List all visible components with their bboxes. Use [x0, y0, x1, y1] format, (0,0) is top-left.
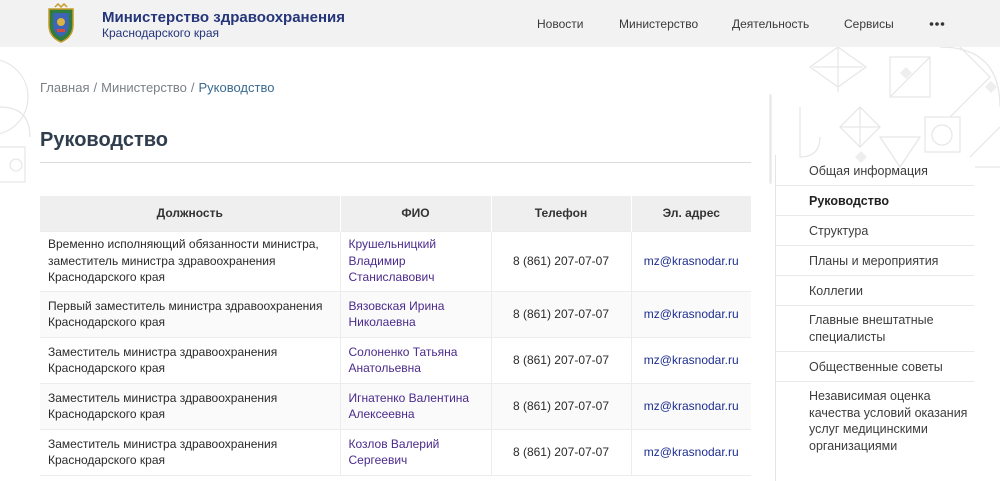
- header-name: ФИО: [340, 196, 492, 231]
- cell-email: mz@krasnodar.ru: [631, 428, 751, 475]
- sidebar-item-public-councils[interactable]: Общественные советы: [776, 352, 974, 382]
- cell-name: Крушельницкий Владимир Станиславович: [340, 230, 492, 291]
- page-title: Руководство: [40, 129, 169, 151]
- sidebar-item-leadership[interactable]: Руководство: [776, 186, 974, 216]
- breadcrumb: Главная / Министерство / Руководство: [40, 80, 274, 95]
- table-row: Временно исполняющий обязанности министр…: [40, 230, 751, 291]
- table-row: Заместитель министра здравоохранения Кра…: [40, 336, 751, 383]
- email-link[interactable]: mz@krasnodar.ru: [644, 307, 739, 321]
- person-link[interactable]: Крушельницкий Владимир Станиславович: [349, 237, 437, 284]
- cell-name: Игнатенко Валентина Алексеевна: [340, 382, 492, 429]
- person-link[interactable]: Игнатенко Валентина Алексеевна: [349, 391, 470, 422]
- header-position: Должность: [40, 196, 341, 231]
- cell-phone: 8 (861) 207-07-07: [491, 428, 632, 475]
- nav-news[interactable]: Новости: [537, 17, 583, 31]
- email-link[interactable]: mz@krasnodar.ru: [644, 254, 739, 268]
- breadcrumb-home[interactable]: Главная: [40, 80, 89, 95]
- cell-position: Заместитель министра здравоохранения Кра…: [40, 336, 341, 383]
- cell-position: Заместитель министра здравоохранения Кра…: [40, 382, 341, 429]
- email-link[interactable]: mz@krasnodar.ru: [644, 353, 739, 367]
- sidebar-item-general-info[interactable]: Общая информация: [776, 155, 974, 186]
- cell-position: Первый заместитель министра здравоохране…: [40, 290, 341, 337]
- breadcrumb-separator: /: [190, 80, 195, 95]
- cell-name: Солоненко Татьяна Анатольевна: [340, 336, 492, 383]
- site-subtitle[interactable]: Краснодарского края: [102, 26, 219, 40]
- cell-phone: 8 (861) 207-07-07: [491, 336, 632, 383]
- sidebar-item-chief-specialists[interactable]: Главные внештатные специалисты: [776, 306, 974, 352]
- coat-of-arms-logo[interactable]: [44, 3, 78, 43]
- nav-services[interactable]: Сервисы: [844, 17, 894, 31]
- leadership-table: Должность ФИО Телефон Эл. адрес Временно…: [40, 196, 751, 476]
- cell-email: mz@krasnodar.ru: [631, 382, 751, 429]
- person-link[interactable]: Козлов Валерий Сергеевич: [349, 437, 440, 468]
- nav-ministry[interactable]: Министерство: [619, 17, 698, 31]
- person-link[interactable]: Вязовская Ирина Николаевна: [349, 299, 445, 330]
- sidebar-item-plans[interactable]: Планы и мероприятия: [776, 246, 974, 276]
- cell-phone: 8 (861) 207-07-07: [491, 382, 632, 429]
- sidebar-item-structure[interactable]: Структура: [776, 216, 974, 246]
- breadcrumb-ministry[interactable]: Министерство: [101, 80, 187, 95]
- sidebar-item-quality-assessment[interactable]: Независимая оценка качества условий оказ…: [776, 382, 974, 481]
- table-header-row: Должность ФИО Телефон Эл. адрес: [40, 196, 751, 231]
- site-title[interactable]: Министерство здравоохранения: [102, 9, 345, 26]
- cell-position: Заместитель министра здравоохранения Кра…: [40, 428, 341, 475]
- person-link[interactable]: Солоненко Татьяна Анатольевна: [349, 345, 458, 376]
- section-sidebar: Общая информация Руководство Структура П…: [775, 155, 974, 481]
- table-row: Первый заместитель министра здравоохране…: [40, 290, 751, 337]
- cell-name: Вязовская Ирина Николаевна: [340, 290, 492, 337]
- header-email: Эл. адрес: [631, 196, 751, 231]
- cell-name: Козлов Валерий Сергеевич: [340, 428, 492, 475]
- cell-email: mz@krasnodar.ru: [631, 230, 751, 291]
- email-link[interactable]: mz@krasnodar.ru: [644, 445, 739, 459]
- header-phone: Телефон: [491, 196, 632, 231]
- cell-email: mz@krasnodar.ru: [631, 290, 751, 337]
- cell-email: mz@krasnodar.ru: [631, 336, 751, 383]
- cell-phone: 8 (861) 207-07-07: [491, 230, 632, 291]
- cell-position: Временно исполняющий обязанности министр…: [40, 230, 341, 291]
- title-divider: [40, 162, 751, 163]
- email-link[interactable]: mz@krasnodar.ru: [644, 399, 739, 413]
- breadcrumb-separator: /: [93, 80, 98, 95]
- table-row: Заместитель министра здравоохранения Кра…: [40, 428, 751, 475]
- more-horizontal-icon[interactable]: [929, 16, 945, 28]
- site-header: Министерство здравоохранения Краснодарск…: [0, 0, 1000, 47]
- sidebar-item-boards[interactable]: Коллегии: [776, 276, 974, 306]
- nav-activity[interactable]: Деятельность: [732, 17, 809, 31]
- table-row: Заместитель министра здравоохранения Кра…: [40, 382, 751, 429]
- cell-phone: 8 (861) 207-07-07: [491, 290, 632, 337]
- breadcrumb-current: Руководство: [198, 80, 275, 95]
